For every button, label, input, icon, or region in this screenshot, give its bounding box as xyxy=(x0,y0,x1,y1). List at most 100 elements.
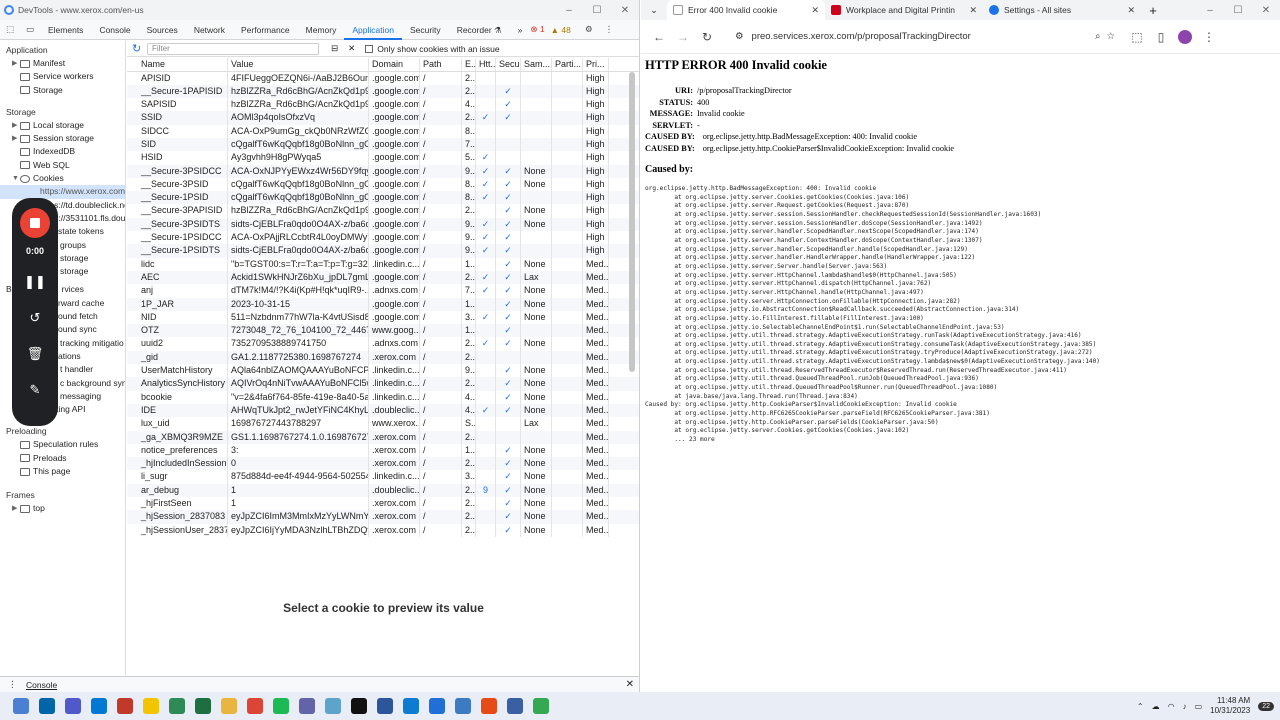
settings-gear-icon[interactable]: ⚙ xyxy=(579,24,599,35)
maximize-icon[interactable]: ☐ xyxy=(1224,5,1252,16)
sidebar-item-manifest[interactable]: ▶ Manifest xyxy=(0,57,125,70)
table-row[interactable]: AECAckid1SWkHNJrZ6bXu_jpDL7gmL1Tl....goo… xyxy=(127,270,639,285)
zoom-icon[interactable]: ⌕ xyxy=(1095,31,1100,42)
start-button[interactable] xyxy=(8,692,34,720)
table-row[interactable]: _ga_XBMQ3R9MZE GS1.1.1698767274.1.0.16987… xyxy=(127,430,639,444)
taskbar-app-button[interactable] xyxy=(164,692,190,720)
sidebar-item-indexeddb[interactable]: IndexedDB xyxy=(0,145,125,158)
minimize-icon[interactable]: – xyxy=(555,5,583,16)
sidepanel-icon[interactable]: ▯ xyxy=(1149,30,1173,44)
table-row[interactable]: SSIDAOMl3p4qoIsOfxzVq.google.com/2...✓✓H… xyxy=(127,111,639,125)
profile-avatar[interactable] xyxy=(1178,29,1192,44)
device-toggle-icon[interactable]: ▭ xyxy=(20,24,40,35)
refresh-icon[interactable]: ↻ xyxy=(132,42,141,55)
table-row[interactable]: anj dTM7k!M4/!?K4i(Kp#H!qk*uqIR9-... .adnx… xyxy=(127,284,639,298)
close-icon[interactable]: ✕ xyxy=(1252,5,1280,16)
sidebar-item-preloads[interactable]: Preloads xyxy=(0,452,125,465)
expand-arrow-icon[interactable]: ▶ xyxy=(12,502,20,515)
restart-icon[interactable]: ↺ xyxy=(30,300,41,336)
collapse-arrow-icon[interactable]: ▼ xyxy=(12,172,20,185)
table-row[interactable]: lux_uid 169876727443788297 www.xerox... / S.… xyxy=(127,417,639,431)
table-row[interactable]: ar_debug1.doubleclic.../2...9✓None Med... xyxy=(127,483,639,497)
drawer-menu-icon[interactable]: ⋮ xyxy=(8,679,17,690)
taskbar-app-button[interactable] xyxy=(398,692,424,720)
close-tab-icon[interactable]: ✕ xyxy=(811,5,819,16)
table-row[interactable]: HSIDAy3gvhh9H8gPWyqa5.google.com/5...✓ Hi… xyxy=(127,151,639,165)
table-row[interactable]: OTZ 7273048_72_76_104100_72_446760 www.goo… xyxy=(127,324,639,338)
pause-icon[interactable]: ❚❚ xyxy=(24,264,46,300)
column-header[interactable]: Path xyxy=(420,58,462,71)
tab-memory[interactable]: Memory xyxy=(298,20,345,40)
taskbar-app-button[interactable] xyxy=(372,692,398,720)
column-header[interactable]: Sam... xyxy=(521,58,552,71)
only-issue-checkbox[interactable] xyxy=(365,44,374,53)
column-header[interactable]: Domain xyxy=(369,58,420,71)
chevron-up-icon[interactable]: ⌃ xyxy=(1137,702,1144,711)
table-row[interactable]: 1P_JAR2023-10-31-15.google.com/1... ✓None… xyxy=(127,297,639,311)
sidebar-item-storage[interactable]: Storage xyxy=(0,84,125,97)
clock[interactable]: 11:48 AM 10/31/2023 xyxy=(1210,696,1250,716)
table-row[interactable]: _hjSessionUser_28370...eyJpZCI6IjYyMDA3N… xyxy=(127,523,639,537)
close-tab-icon[interactable]: ✕ xyxy=(1127,5,1135,16)
column-header[interactable]: Htt... xyxy=(476,58,496,71)
browser-menu-icon[interactable]: ⋮ xyxy=(1197,30,1221,44)
taskbar-app-button[interactable] xyxy=(320,692,346,720)
more-tabs-button[interactable]: » xyxy=(510,20,531,40)
kebab-menu-icon[interactable]: ⋮ xyxy=(599,24,619,35)
close-drawer-icon[interactable]: ✕ xyxy=(626,679,634,690)
taskbar-app-button[interactable] xyxy=(190,692,216,720)
wifi-icon[interactable]: ◠ xyxy=(1168,702,1175,711)
tab-elements[interactable]: Elements xyxy=(40,20,91,40)
sidebar-item-speculation-rules[interactable]: Speculation rules xyxy=(0,438,125,451)
taskbar-app-button[interactable] xyxy=(476,692,502,720)
table-row[interactable]: __Secure-1PSIDTS sidts-CjEBLFra0qdo0O4AX-… xyxy=(127,244,639,258)
tab-application[interactable]: Application xyxy=(344,20,402,40)
close-icon[interactable]: ✕ xyxy=(611,5,639,16)
new-tab-button[interactable]: + xyxy=(1141,3,1165,18)
table-row[interactable]: li_sugr 875d884d-ee4f-4944-9564-502554d..… xyxy=(127,470,639,484)
tab-console[interactable]: Console xyxy=(91,20,138,40)
stop-recording-button[interactable] xyxy=(20,208,50,238)
trash-icon[interactable]: 🗑 xyxy=(27,336,44,372)
table-row[interactable]: IDEAHWqTUkJpt2_rwJetYFiNC4KhyLgtp....dou… xyxy=(127,403,639,418)
drawer-tab-console[interactable]: Console xyxy=(26,680,57,690)
tab-security[interactable]: Security xyxy=(402,20,449,40)
battery-icon[interactable]: ▭ xyxy=(1195,702,1203,711)
tab-performance[interactable]: Performance xyxy=(233,20,298,40)
sidebar-item-web-sql[interactable]: Web SQL xyxy=(0,159,125,172)
taskbar-app-button[interactable] xyxy=(346,692,372,720)
table-row[interactable]: AnalyticsSyncHistory AQIVrOq4nNiTvwAAAYuB… xyxy=(127,377,639,391)
table-row[interactable]: __Secure-1PSIDCC ACA-OxPAjjRLCcbtR4L0oyDM… xyxy=(127,231,639,245)
table-row[interactable]: _hjIncludedInSession...0.xerox.com/2... ✓… xyxy=(127,457,639,471)
taskbar-app-button[interactable] xyxy=(86,692,112,720)
tab-sources[interactable]: Sources xyxy=(139,20,186,40)
pen-icon[interactable]: ✎ xyxy=(30,372,41,408)
expand-arrow-icon[interactable]: ▶ xyxy=(12,57,20,70)
forward-icon[interactable]: → xyxy=(671,30,695,44)
error-count-badge[interactable]: ⊗ 1 xyxy=(530,24,544,35)
table-row[interactable]: APISID4FIFUeggOEZQN6i-/AaBJ2B6Oun7jx....… xyxy=(127,71,639,85)
back-icon[interactable]: ← xyxy=(647,30,671,44)
taskbar-app-button[interactable] xyxy=(450,692,476,720)
taskbar-app-button[interactable] xyxy=(34,692,60,720)
table-row[interactable]: NID 511=Nzbdnm77hW7la-K4vtUSisd82... .goog… xyxy=(127,310,639,325)
table-row[interactable]: SIDCCACA-OxP9umGg_ckQb0NRzWfZGPp....goog… xyxy=(127,124,639,138)
column-header[interactable]: Parti... xyxy=(552,58,583,71)
browser-tab-settings[interactable]: Settings - All sites ✕ xyxy=(983,0,1141,20)
site-info-icon[interactable]: ⚙ xyxy=(735,31,744,42)
table-row[interactable]: _hjSession_2837083 eyJpZCI6ImM3MmIxMzYyLW… xyxy=(127,510,639,524)
taskbar-app-button[interactable] xyxy=(528,692,554,720)
clear-filtered-icon[interactable]: ⊟ xyxy=(331,43,338,54)
taskbar-app-button[interactable] xyxy=(242,692,268,720)
table-row[interactable]: bcookie "v=2&4fa6f764-85fe-419e-8a40-5a6.… xyxy=(127,390,639,404)
sidebar-item-service-workers[interactable]: Service workers xyxy=(0,70,125,83)
table-row[interactable]: __Secure-3PSIDTS sidts-CjEBLFra0qdo0O4AX-… xyxy=(127,217,639,232)
sidebar-item-this-page[interactable]: This page xyxy=(0,465,125,478)
tab-search-icon[interactable]: ⌄ xyxy=(641,5,667,16)
taskbar-app-button[interactable] xyxy=(138,692,164,720)
reload-icon[interactable]: ↻ xyxy=(695,30,719,44)
column-header[interactable]: Pri... xyxy=(583,58,609,71)
table-row[interactable]: __Secure-1PSID cQgalfT6wKqQqbf18g0BoNlnn_… xyxy=(127,191,639,205)
table-row[interactable]: _gid GA1.2.1187725380.1698767274 .xerox.co… xyxy=(127,350,639,365)
table-row[interactable]: lidc"b=TGST00:s=T:r=T:a=T:p=T:g=3228....… xyxy=(127,257,639,271)
